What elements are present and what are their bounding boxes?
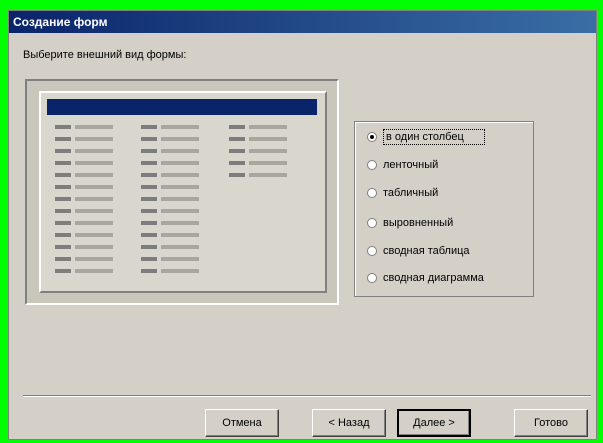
dialog-title: Создание форм xyxy=(9,11,596,33)
radio-button-icon xyxy=(367,246,377,256)
preview-header-bar xyxy=(47,99,317,115)
radio-button-icon xyxy=(367,188,377,198)
preview-field-column xyxy=(229,123,287,183)
layout-preview xyxy=(25,79,339,305)
radio-tabular-strip[interactable]: ленточный xyxy=(367,154,438,176)
layout-options-group: в один столбец ленточный табличный выров… xyxy=(354,121,534,297)
layout-prompt: Выберите внешний вид формы: xyxy=(23,49,187,61)
radio-pivot-chart[interactable]: сводная диаграмма xyxy=(367,267,484,289)
radio-datasheet[interactable]: табличный xyxy=(367,182,438,204)
preview-form xyxy=(39,91,327,293)
radio-button-icon xyxy=(367,273,377,283)
radio-justified[interactable]: выровненный xyxy=(367,212,453,234)
radio-button-icon xyxy=(367,218,377,228)
cancel-button[interactable]: Отмена xyxy=(205,409,279,437)
form-wizard-dialog: Создание форм Выберите внешний вид формы… xyxy=(8,10,597,440)
radio-pivot-table[interactable]: сводная таблица xyxy=(367,240,470,262)
finish-button[interactable]: Готово xyxy=(514,409,588,437)
next-button[interactable]: Далее > xyxy=(397,409,471,437)
radio-button-icon xyxy=(367,132,377,142)
radio-button-icon xyxy=(367,160,377,170)
preview-field-column xyxy=(55,123,113,279)
button-separator xyxy=(23,395,591,397)
preview-field-column xyxy=(141,123,199,279)
radio-columnar[interactable]: в один столбец xyxy=(367,126,485,148)
back-button[interactable]: < Назад xyxy=(312,409,386,437)
